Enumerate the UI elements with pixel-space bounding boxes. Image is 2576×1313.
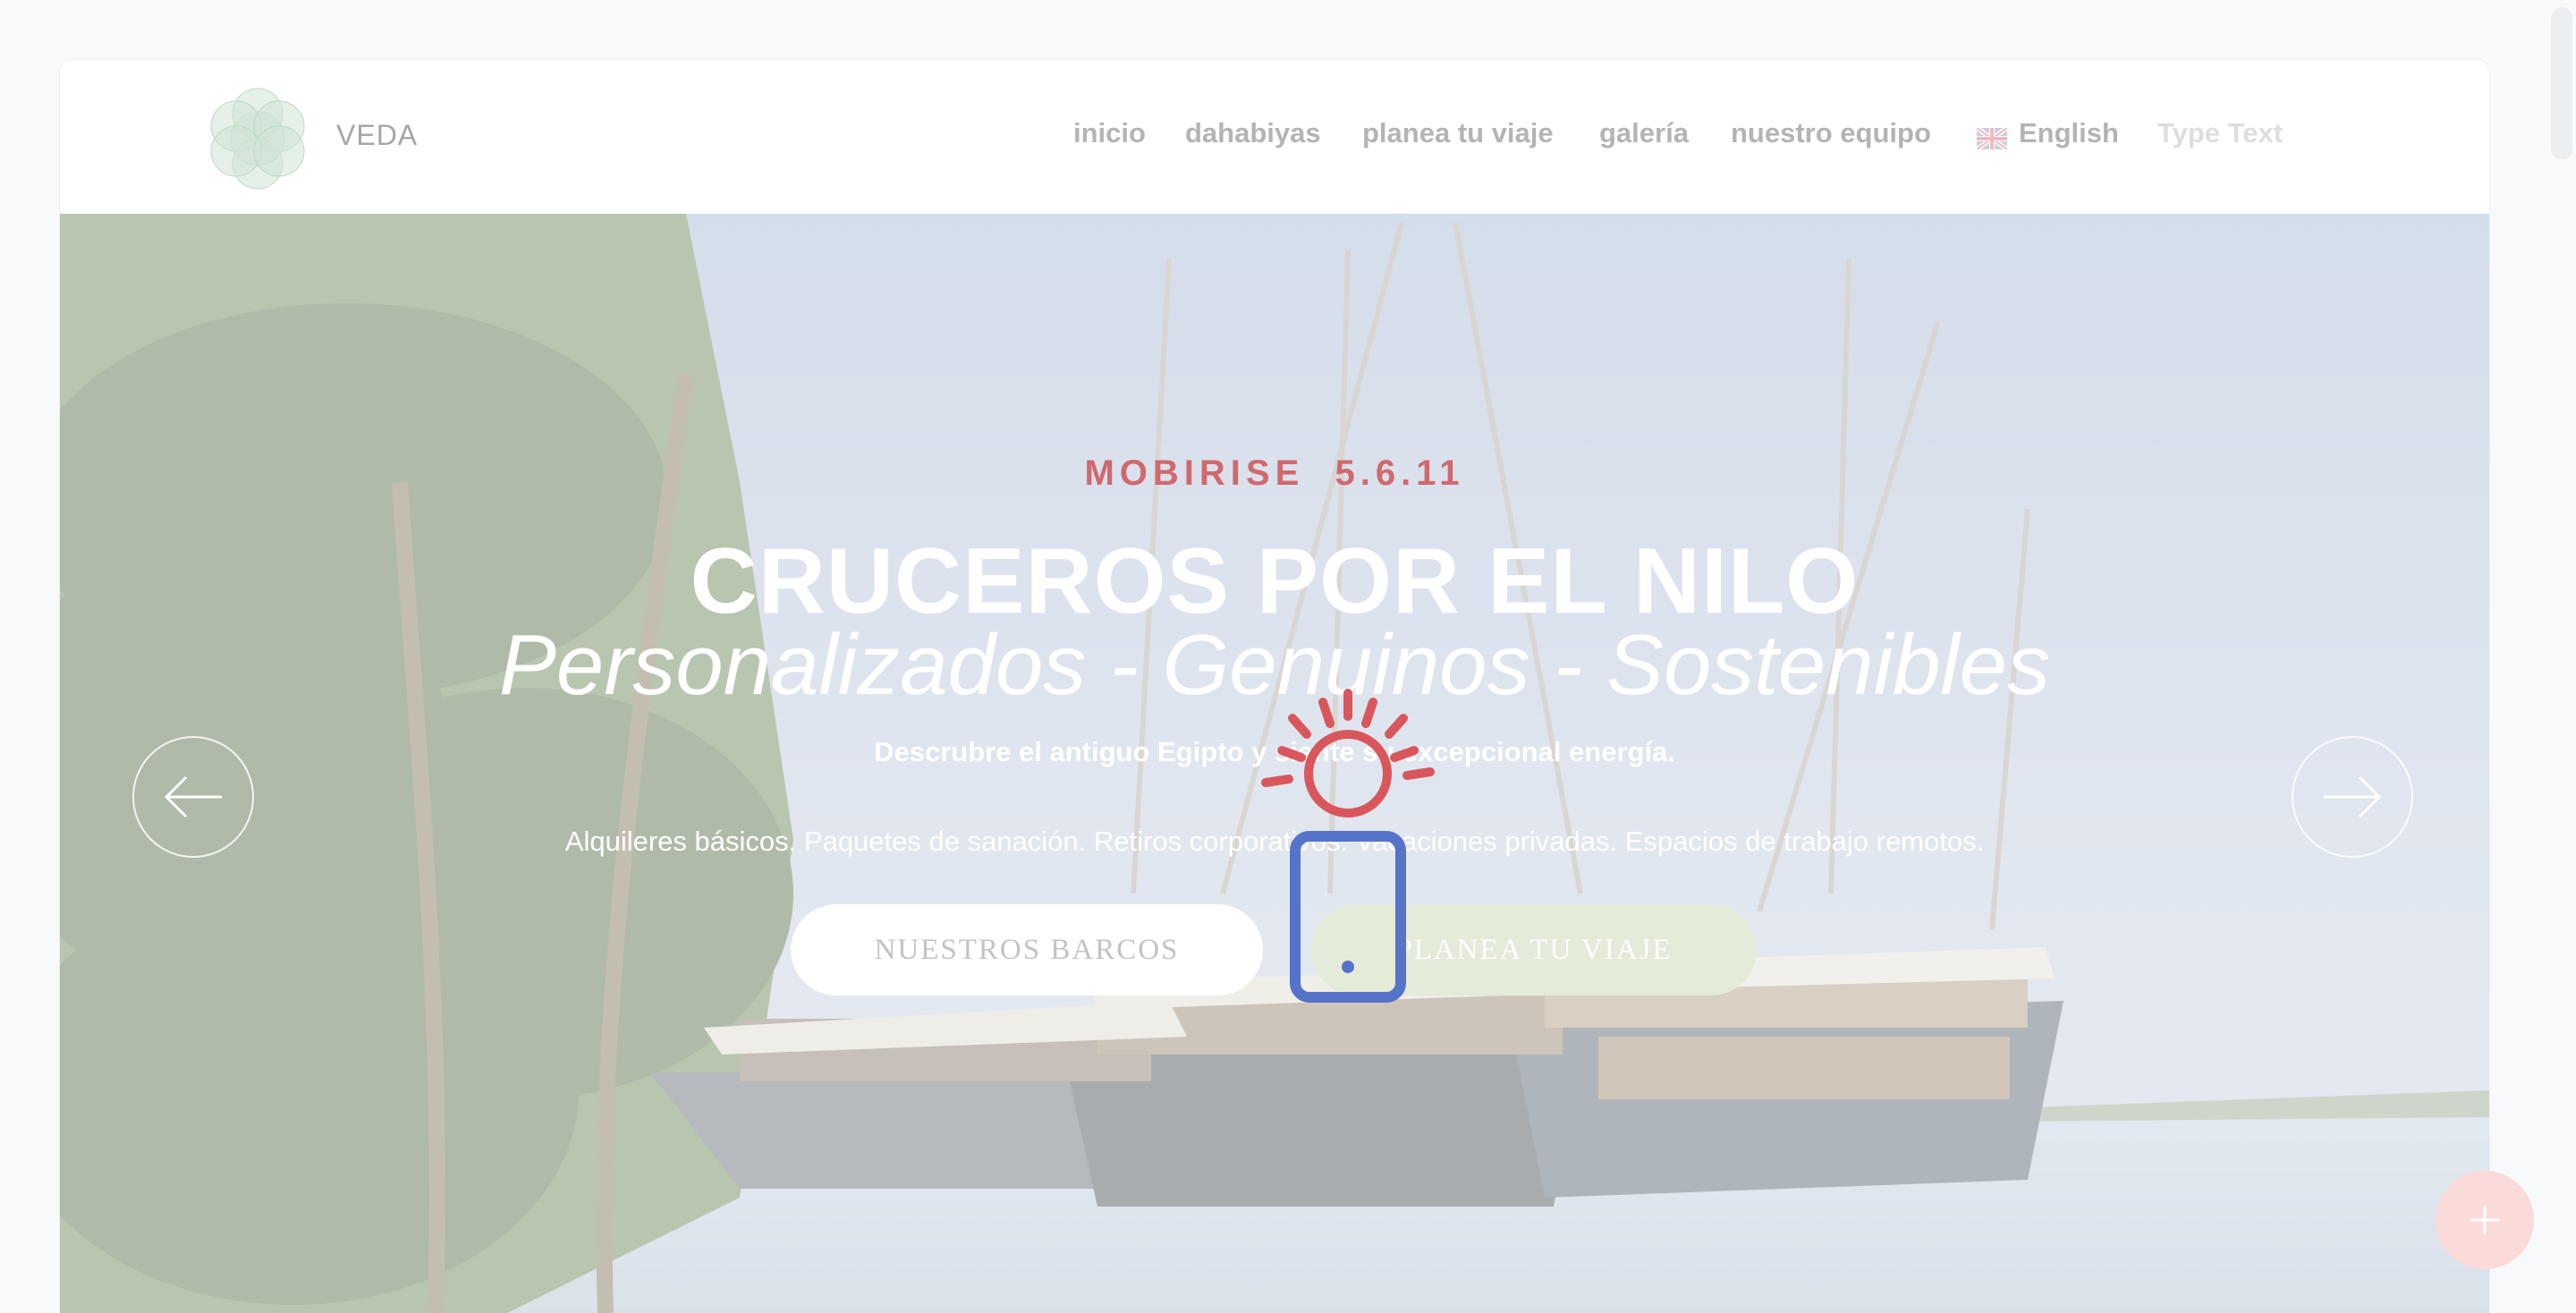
nav-item-dahabiyas[interactable]: dahabiyas (1185, 117, 1321, 149)
plus-icon (2470, 1205, 2500, 1235)
uk-flag-icon (1977, 128, 2007, 149)
flower-of-life-icon (210, 88, 305, 190)
brand-name[interactable]: VEDA (336, 119, 418, 152)
scrollbar-thumb[interactable] (2551, 7, 2572, 159)
nav-item-galeria[interactable]: galería (1599, 117, 1689, 149)
nav-item-planea-tu-viaje[interactable]: planea tu viaje (1362, 117, 1554, 149)
arrow-left-icon (164, 775, 222, 818)
slider-prev-button[interactable] (132, 736, 254, 858)
brand-logo[interactable] (206, 87, 309, 191)
hero-kicker: MOBIRISE 5.6.11 (1084, 453, 1465, 493)
vertical-scrollbar[interactable] (2549, 0, 2576, 1313)
nav-item-inicio[interactable]: inicio (1073, 117, 1146, 149)
top-navbar: VEDA inicio dahabiyas planea tu viaje ga… (60, 60, 2489, 214)
slider-next-button[interactable] (2292, 736, 2413, 858)
our-boats-button[interactable]: NUESTROS BARCOS (791, 904, 1263, 995)
type-text-placeholder[interactable]: Type Text (2157, 117, 2283, 149)
add-block-button[interactable] (2436, 1171, 2534, 1269)
page-frame: VEDA inicio dahabiyas planea tu viaje ga… (60, 60, 2489, 1313)
sun-and-mobile-icon (1261, 689, 1435, 1003)
nav-item-nuestro-equipo[interactable]: nuestro equipo (1731, 117, 1931, 149)
arrow-right-icon (2324, 775, 2382, 818)
hero-slider: MOBIRISE 5.6.11 CRUCEROS POR EL NILO Per… (60, 214, 2489, 1313)
language-selector[interactable]: English (2019, 117, 2119, 149)
